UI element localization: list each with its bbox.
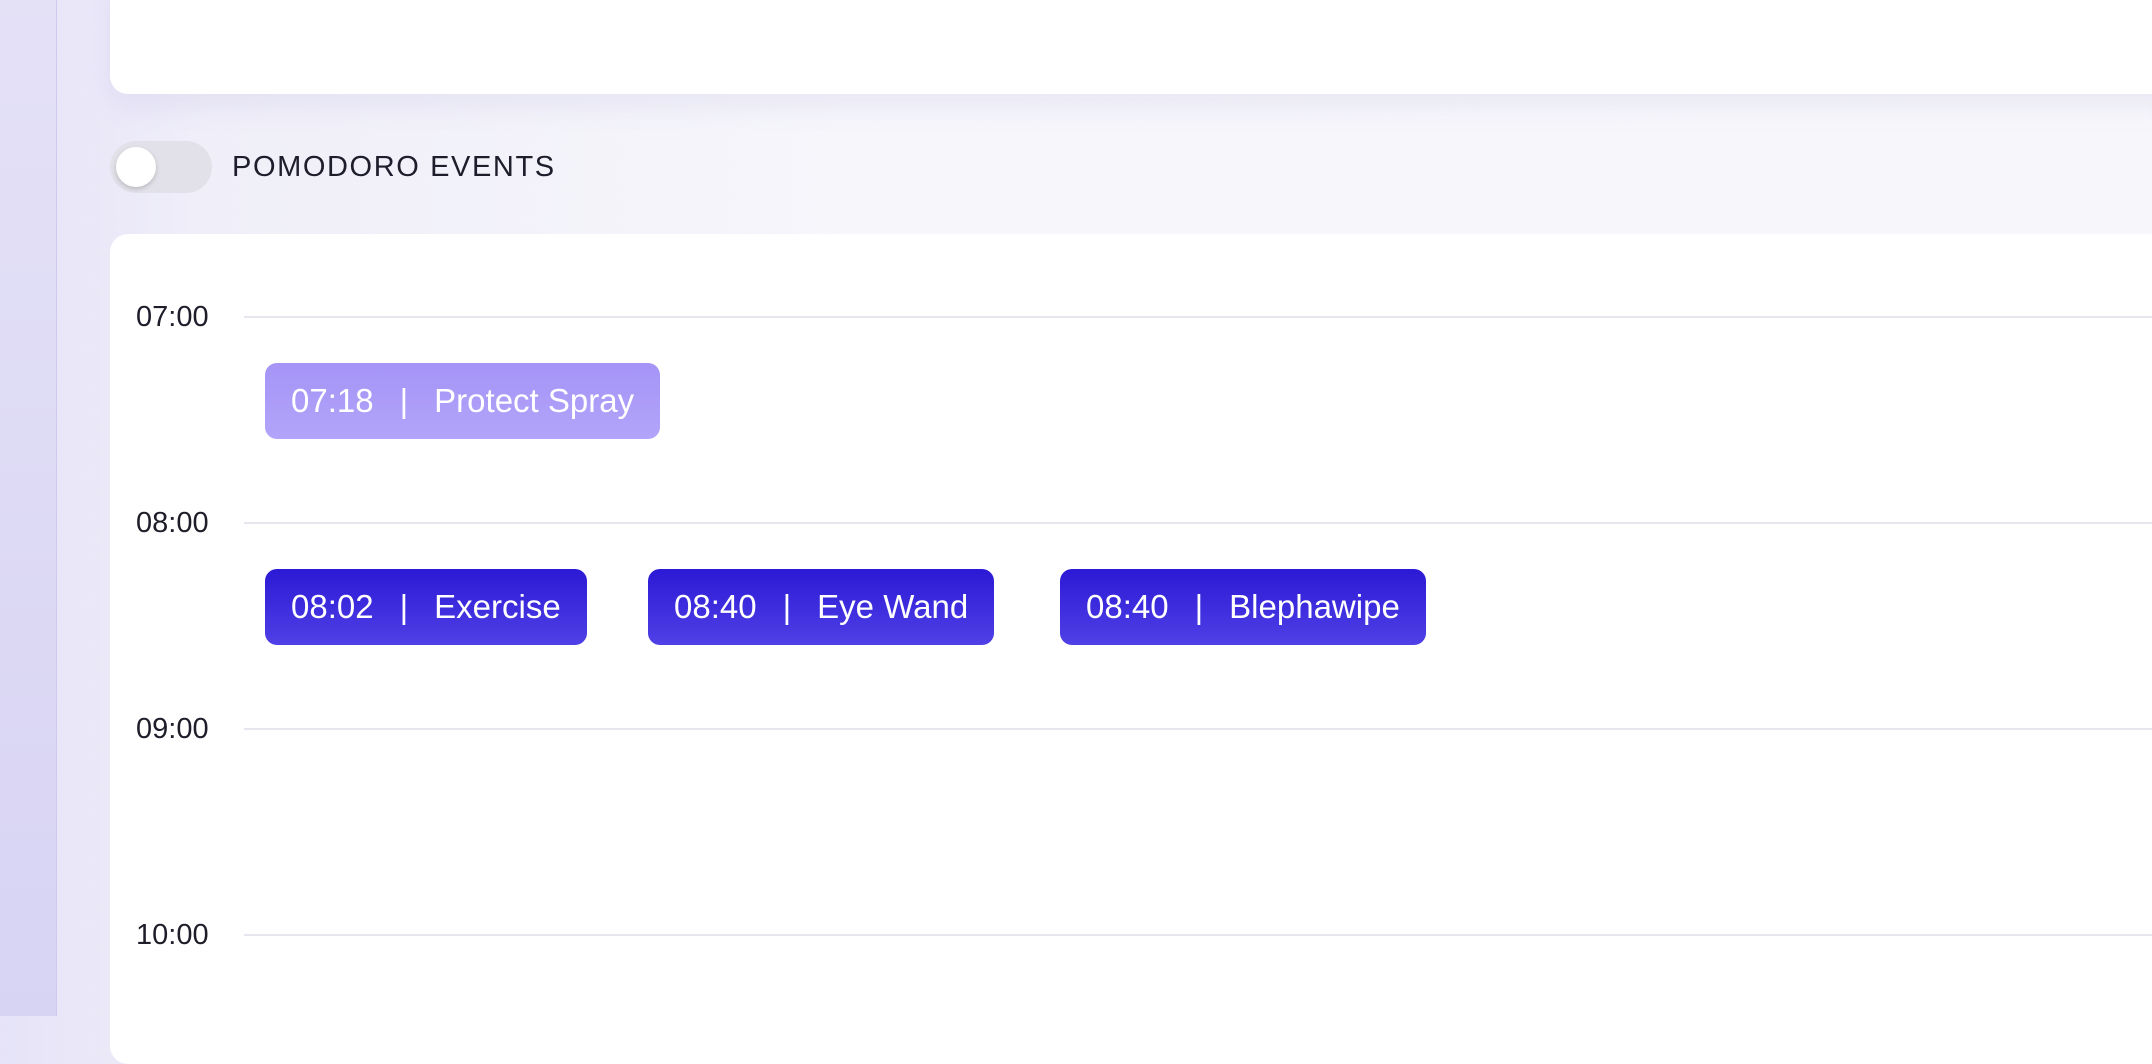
hour-divider xyxy=(244,934,2152,936)
hour-label: 08:00 xyxy=(136,507,209,539)
hour-row-07: 07:00 xyxy=(110,297,2152,337)
left-sidebar-rail xyxy=(0,0,57,1016)
event-blephawipe[interactable]: 08:40 | Blephawipe xyxy=(1060,569,1426,645)
pomodoro-toggle-row: POMODORO EVENTS xyxy=(110,140,556,194)
hour-label: 10:00 xyxy=(136,919,209,951)
hour-row-10: 10:00 xyxy=(110,915,2152,955)
hour-row-08: 08:00 xyxy=(110,503,2152,543)
event-separator: | xyxy=(399,588,409,625)
event-time: 08:40 xyxy=(674,588,757,625)
timeline-card: 07:00 07:18 | Protect Spray 08:00 08:02 … xyxy=(110,234,2152,1064)
event-title: Blephawipe xyxy=(1229,588,1400,625)
event-exercise[interactable]: 08:02 | Exercise xyxy=(265,569,587,645)
event-separator: | xyxy=(399,382,409,419)
hour-label: 09:00 xyxy=(136,713,209,745)
hour-divider xyxy=(244,522,2152,524)
event-time: 08:02 xyxy=(291,588,374,625)
pomodoro-events-label: POMODORO EVENTS xyxy=(232,150,556,183)
event-title: Exercise xyxy=(434,588,561,625)
pomodoro-events-toggle[interactable] xyxy=(110,141,212,193)
event-eye-wand[interactable]: 08:40 | Eye Wand xyxy=(648,569,995,645)
event-separator: | xyxy=(782,588,792,625)
event-time: 08:40 xyxy=(1086,588,1169,625)
event-time: 07:18 xyxy=(291,382,374,419)
event-title: Eye Wand xyxy=(817,588,969,625)
toggle-knob xyxy=(116,147,156,187)
event-title: Protect Spray xyxy=(434,382,635,419)
hour-divider xyxy=(244,728,2152,730)
event-separator: | xyxy=(1194,588,1204,625)
event-protect-spray[interactable]: 07:18 | Protect Spray xyxy=(265,363,661,439)
top-panel-card xyxy=(110,0,2152,94)
hour-row-09: 09:00 xyxy=(110,709,2152,749)
hour-label: 07:00 xyxy=(136,301,209,333)
hour-divider xyxy=(244,316,2152,318)
